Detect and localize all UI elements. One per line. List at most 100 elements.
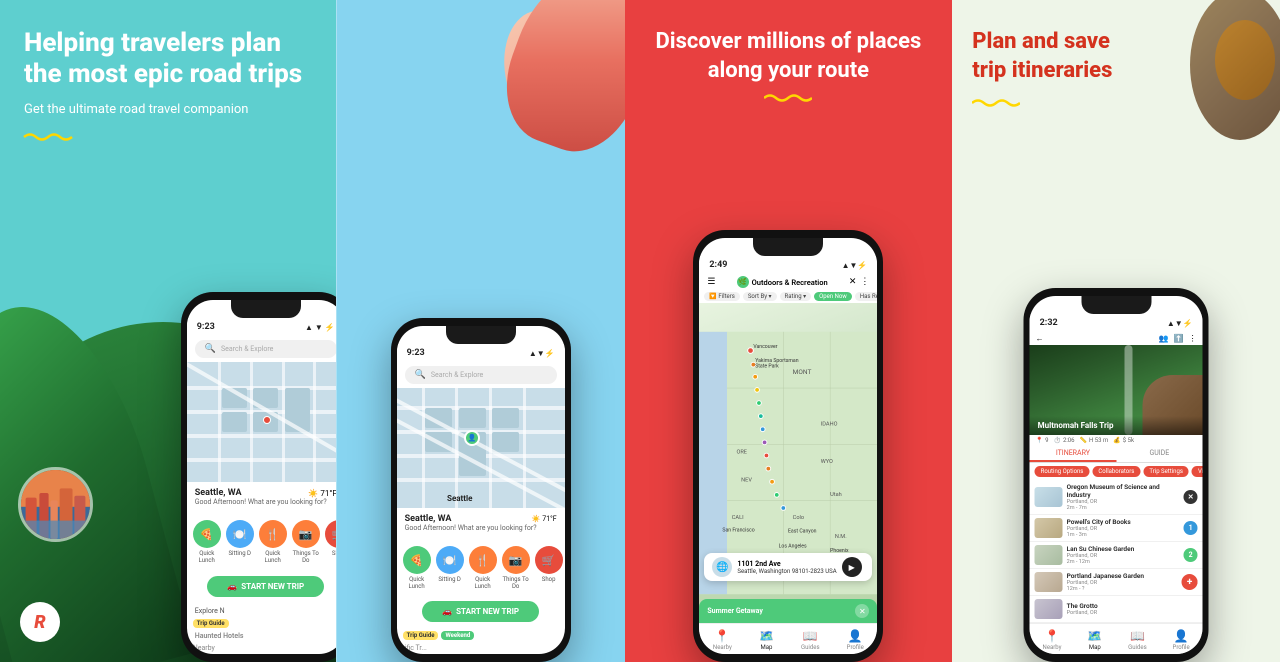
tab-profile-4[interactable]: 👤 Profile bbox=[1173, 629, 1190, 651]
place-thumb-4 bbox=[1035, 599, 1063, 619]
place-dist-0: 2m - 7m bbox=[1067, 505, 1180, 511]
option-pills: Routing Options Collaborators Trip Setti… bbox=[1030, 463, 1203, 480]
cat-icon: 🍕 bbox=[403, 546, 431, 574]
greeting-2: Good Afternoon! What are you looking for… bbox=[405, 524, 557, 532]
cat-icon: 🛒 bbox=[535, 546, 563, 574]
big-map: MONT IDAHO WYO ORE NEV Utah CALI Colo N.… bbox=[699, 303, 877, 623]
svg-text:State Park: State Park bbox=[756, 363, 780, 369]
tab-guides[interactable]: 📖 Guides bbox=[801, 629, 820, 651]
cat-icon: 📷 bbox=[502, 546, 530, 574]
tab-bar-3: 📍 Nearby 🗺️ Map 📖 Guides 👤 Profile bbox=[699, 623, 877, 654]
category-icon: 📷 bbox=[292, 520, 320, 548]
profile-icon-4: 👤 bbox=[1174, 629, 1189, 643]
navigate-btn[interactable]: ▶ bbox=[842, 557, 862, 577]
panel-plan-save: Plan and save trip itineraries 2:32 ▲▼⚡ … bbox=[952, 0, 1280, 662]
tab-profile[interactable]: 👤 Profile bbox=[847, 629, 864, 651]
back-arrow-icon[interactable]: ← bbox=[1036, 334, 1044, 343]
category-quicklunch2[interactable]: 🍴 Quick Lunch bbox=[259, 520, 287, 564]
status-bar: 9:23 ▲ ▼ ⚡ bbox=[187, 318, 336, 336]
category-row-2: 🍕 Quick Lunch 🍽️ Sitting D 🍴 Quick Lunch… bbox=[397, 542, 565, 594]
cat-item[interactable]: 🍕 Quick Lunch bbox=[403, 546, 431, 590]
place-item-1[interactable]: Powell's City of Books Portland, OR 1m -… bbox=[1030, 515, 1203, 542]
category-sitting[interactable]: 🍽️ Sitting D bbox=[226, 520, 254, 564]
explore-label: Explore N bbox=[187, 605, 336, 617]
cat-item[interactable]: 🍽️ Sitting D bbox=[436, 546, 464, 590]
svg-text:IDAHO: IDAHO bbox=[821, 422, 838, 428]
add-place-btn[interactable]: + bbox=[1182, 574, 1198, 590]
nearby-icon: 📍 bbox=[715, 629, 730, 643]
cat-item[interactable]: 🍴 Quick Lunch bbox=[469, 546, 497, 590]
city-name-2: Seattle, WA bbox=[405, 514, 452, 524]
close-btn[interactable]: ✕ bbox=[855, 604, 869, 618]
place-addr-4: Portland, OR bbox=[1067, 610, 1198, 616]
nearby-trips-2: ific Tr... bbox=[397, 642, 565, 654]
phone-mockup-4: 2:32 ▲▼⚡ ← 👥 ⬆️ ⋮ Mult bbox=[1024, 288, 1209, 662]
trip-header-image: Multnomah Falls Trip bbox=[1030, 345, 1203, 435]
place-thumb-1 bbox=[1035, 518, 1063, 538]
cat-item[interactable]: 🛒 Shop bbox=[535, 546, 563, 590]
view-pill[interactable]: Vie bbox=[1192, 466, 1203, 477]
place-info-1: Powell's City of Books Portland, OR 1m -… bbox=[1067, 518, 1180, 538]
place-name-1: Powell's City of Books bbox=[1067, 518, 1180, 526]
collaborators-pill[interactable]: Collaborators bbox=[1092, 466, 1140, 477]
start-trip-btn-2[interactable]: 🚗 START NEW TRIP bbox=[422, 601, 539, 622]
trip-title-overlay: Multnomah Falls Trip bbox=[1030, 416, 1203, 435]
panel-3-heading: Discover millions of places along your r… bbox=[645, 28, 933, 85]
place-num-0: ✕ bbox=[1184, 490, 1198, 504]
svg-text:East Canyon: East Canyon bbox=[788, 528, 817, 534]
weekend-tag: Weekend bbox=[441, 631, 474, 640]
search-bar-2[interactable]: 🔍 Search & Explore bbox=[405, 366, 557, 384]
people-icon[interactable]: 👥 bbox=[1159, 334, 1169, 343]
cat-item[interactable]: 📷 Things To Do bbox=[502, 546, 530, 590]
place-item-2[interactable]: Lan Su Chinese Garden Portland, OR 2m - … bbox=[1030, 542, 1203, 569]
map-2: 👤 Seattle bbox=[397, 388, 565, 508]
map-preview bbox=[187, 362, 336, 482]
share-icon[interactable]: ⬆️ bbox=[1174, 334, 1184, 343]
place-item-3[interactable]: Portland Japanese Garden Portland, OR 12… bbox=[1030, 569, 1203, 596]
panel-road-trips: Helping travelers plan the most epic roa… bbox=[0, 0, 336, 662]
filter-chip[interactable]: 🔽 Filters bbox=[704, 292, 739, 301]
trip-guide-tag-2: Trip Guide bbox=[403, 631, 439, 640]
svg-text:NEV: NEV bbox=[742, 478, 753, 484]
routing-options-pill[interactable]: Routing Options bbox=[1035, 466, 1090, 477]
place-item-4[interactable]: The Grotto Portland, OR bbox=[1030, 596, 1203, 623]
place-thumb-0 bbox=[1035, 487, 1063, 507]
app-bar-3: ☰ 🌿 Outdoors & Recreation ✕ ⋮ bbox=[699, 274, 877, 290]
panel-1-subtext: Get the ultimate road travel companion bbox=[24, 102, 312, 117]
filter-row: 🔽 Filters Sort By ▾ Rating ▾ Open Now Ha… bbox=[699, 290, 877, 303]
tab-itinerary[interactable]: ITINERARY bbox=[1030, 446, 1117, 462]
category-shop[interactable]: 🛒 Shop bbox=[325, 520, 336, 564]
category-lunch[interactable]: 🍕 Quick Lunch bbox=[193, 520, 221, 564]
nearby-label: Nearby bbox=[187, 642, 336, 654]
category-thingstodo[interactable]: 📷 Things To Do bbox=[292, 520, 320, 564]
more-icon[interactable]: ⋮ bbox=[1189, 334, 1197, 343]
start-trip-button[interactable]: 🚗 START NEW TRIP bbox=[207, 576, 324, 597]
place-item-0[interactable]: Oregon Museum of Science and Industry Po… bbox=[1030, 480, 1203, 515]
tab-map[interactable]: 🗺️ Map bbox=[759, 629, 774, 651]
tab-nearby-4[interactable]: 📍 Nearby bbox=[1043, 629, 1062, 651]
sort-chip[interactable]: Sort By ▾ bbox=[743, 292, 777, 301]
has-res-chip[interactable]: Has Res bbox=[855, 292, 878, 301]
nearby-icon-4: 📍 bbox=[1045, 629, 1060, 643]
category-row: 🍕 Quick Lunch 🍽️ Sitting D 🍴 Quick Lunch… bbox=[187, 516, 336, 568]
status-bar-4: 2:32 ▲▼⚡ bbox=[1030, 314, 1203, 332]
bar-title: Outdoors & Recreation bbox=[752, 278, 828, 287]
trip-action-icons: 👥 ⬆️ ⋮ bbox=[1159, 334, 1197, 343]
phone-notch bbox=[231, 300, 301, 318]
stop-icon: 📍 bbox=[1036, 437, 1043, 444]
tab-nearby[interactable]: 📍 Nearby bbox=[713, 629, 732, 651]
trip-nav-bar: ← 👥 ⬆️ ⋮ bbox=[1030, 332, 1203, 345]
tab-map-4[interactable]: 🗺️ Map bbox=[1087, 629, 1102, 651]
search-bar[interactable]: 🔍 Search & Explore bbox=[195, 340, 336, 358]
trip-name: Summer Getaway bbox=[707, 607, 762, 615]
address-title: 1101 2nd Ave bbox=[737, 560, 836, 568]
place-info-4: The Grotto Portland, OR bbox=[1067, 602, 1198, 616]
tab-guide[interactable]: GUIDE bbox=[1116, 446, 1203, 462]
place-dist-1: 1m - 3m bbox=[1067, 532, 1180, 538]
rating-chip[interactable]: Rating ▾ bbox=[780, 292, 812, 301]
trip-settings-pill[interactable]: Trip Settings bbox=[1143, 466, 1189, 477]
tab-guides-4[interactable]: 📖 Guides bbox=[1128, 629, 1147, 651]
open-now-chip[interactable]: Open Now bbox=[814, 292, 852, 301]
panel-1-text: Helping travelers plan the most epic roa… bbox=[24, 28, 312, 146]
phone-notch-4 bbox=[1081, 296, 1151, 314]
